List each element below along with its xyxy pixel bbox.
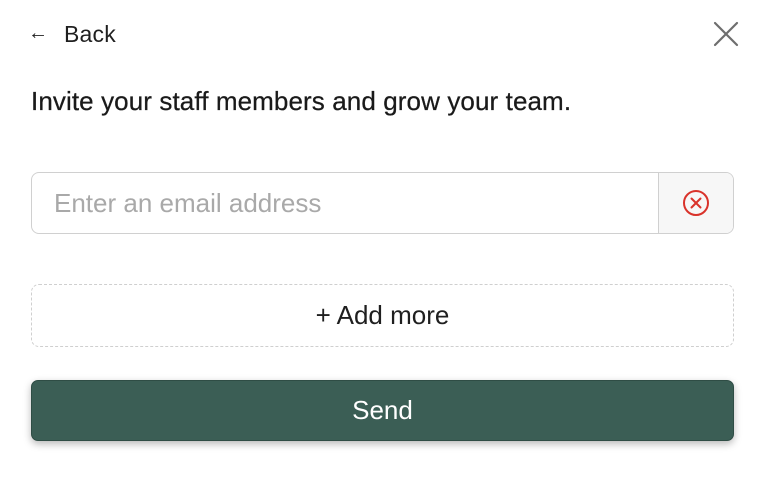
page-headline: Invite your staff members and grow your … [31, 86, 572, 116]
invite-panel: ← Back Invite your staff members and gro… [0, 0, 766, 496]
add-more-button[interactable]: + Add more [31, 284, 734, 347]
back-label: Back [64, 20, 116, 47]
back-button[interactable]: ← Back [28, 18, 116, 50]
close-button[interactable] [710, 18, 742, 50]
send-button[interactable]: Send [31, 380, 734, 441]
circle-x-icon [683, 190, 709, 216]
close-icon [713, 21, 739, 47]
email-input[interactable] [32, 173, 658, 233]
back-arrow-icon: ← [28, 21, 48, 44]
remove-email-button[interactable] [658, 173, 733, 233]
email-row [31, 172, 734, 234]
